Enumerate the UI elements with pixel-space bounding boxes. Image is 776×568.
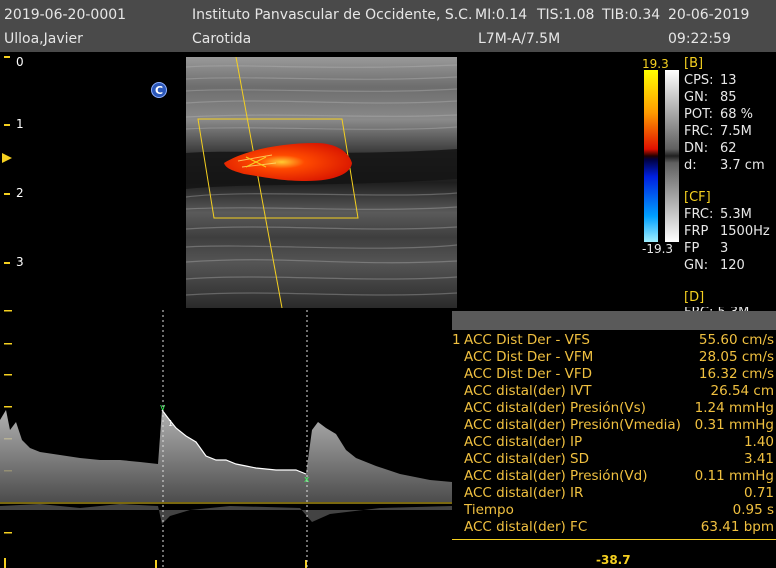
table-divider — [452, 539, 776, 540]
cf-params-title: [CF] — [684, 190, 711, 205]
b-params-title: [B] — [684, 56, 704, 71]
velocity-scale-min: -38.7 — [596, 553, 631, 567]
measurement-row: ACC distal(der) IP 1.40 — [452, 434, 776, 451]
depth-label-1: 1 — [16, 117, 24, 131]
measurement-row: 1 ACC Dist Der - VFS 55.60 cm/s — [452, 332, 776, 349]
depth-label-2: 2 — [16, 186, 24, 200]
doppler-spectrum: v x 1 — [0, 310, 452, 568]
param-label: d: — [684, 158, 697, 173]
measurement-label: ACC distal(der) SD — [464, 451, 590, 467]
measurement-label: ACC distal(der) Presión(Vd) — [464, 468, 648, 484]
depth-tick — [4, 262, 10, 264]
measurement-value: 0.95 s — [732, 502, 774, 518]
param-label: FRC: — [684, 207, 714, 222]
svg-text:1: 1 — [168, 419, 173, 428]
color-mode-badge: C — [151, 82, 167, 98]
param-value: 3.7 cm — [720, 158, 765, 173]
measurement-value: 0.11 mmHg — [694, 468, 774, 484]
measurements-header-bar — [452, 311, 776, 330]
velocity-color-bar — [644, 70, 658, 242]
depth-label-3: 3 — [16, 255, 24, 269]
param-value: 1500Hz — [720, 224, 770, 239]
param-label: GN: — [684, 258, 709, 273]
measurement-label: ACC distal(der) Presión(Vs) — [464, 400, 646, 416]
param-value: 13 — [720, 73, 737, 88]
measurement-row: ACC distal(der) Presión(Vs) 1.24 mmHg — [452, 400, 776, 417]
measurement-value: 1.40 — [743, 434, 774, 450]
param-value: 62 — [720, 141, 737, 156]
gray-scale-bar — [665, 70, 679, 242]
mi-index: MI:0.14 — [475, 7, 528, 23]
depth-label-0: 0 — [16, 55, 24, 69]
measurement-row: ACC distal(der) IR 0.71 — [452, 485, 776, 502]
measurement-row: ACC distal(der) SD 3.41 — [452, 451, 776, 468]
param-value: 7.5M — [720, 124, 752, 139]
measurement-value: 1.24 mmHg — [694, 400, 774, 416]
measurement-row: ACC Dist Der - VFM 28.05 cm/s — [452, 349, 776, 366]
measurement-label: ACC distal(der) IP — [464, 434, 583, 450]
svg-text:v: v — [160, 403, 166, 413]
depth-tick — [4, 56, 10, 58]
measurement-label: ACC distal(der) IVT — [464, 383, 592, 399]
measurement-label: ACC distal(der) Presión(Vmedia) — [464, 417, 681, 433]
exam-time: 09:22:59 — [668, 31, 731, 47]
measurement-row: ACC distal(der) Presión(Vmedia) 0.31 mmHg — [452, 417, 776, 434]
measurement-row: Tiempo 0.95 s — [452, 502, 776, 519]
measurement-row: ACC distal(der) IVT 26.54 cm — [452, 383, 776, 400]
measurement-label: Tiempo — [464, 502, 514, 518]
measurement-label: ACC Dist Der - VFS — [464, 332, 590, 348]
param-label: POT: — [684, 107, 713, 122]
measurement-value: 3.41 — [743, 451, 774, 467]
param-label: FP — [684, 241, 700, 256]
tis-index: TIS:1.08 — [537, 7, 595, 23]
measurement-row: ACC Dist Der - VFD 16.32 cm/s — [452, 366, 776, 383]
measurement-row: ACC distal(der) FC 63.41 bpm — [452, 519, 776, 536]
exam-date: 20-06-2019 — [668, 7, 750, 23]
measurement-value: 0.31 mmHg — [694, 417, 774, 433]
patient-name: Ulloa,Javier — [4, 31, 83, 47]
param-value: 68 % — [720, 107, 754, 122]
measurement-value: 16.32 cm/s — [698, 366, 774, 382]
measurement-value: 63.41 bpm — [700, 519, 774, 535]
measurement-index: 1 — [452, 332, 461, 348]
depth-tick — [4, 193, 10, 195]
institution-name: Instituto Panvascular de Occidente, S.C. — [192, 7, 473, 23]
param-label: FRC: — [684, 124, 714, 139]
measurement-value: 55.60 cm/s — [698, 332, 774, 348]
focus-marker-icon — [2, 153, 12, 163]
d-params-title: [D] — [684, 290, 705, 305]
measurement-label: ACC distal(der) FC — [464, 519, 588, 535]
param-label: GN: — [684, 90, 709, 105]
probe-info: L7M-A/7.5M — [478, 31, 561, 47]
tib-index: TIB:0.34 — [602, 7, 661, 23]
measurement-label: ACC Dist Der - VFM — [464, 349, 594, 365]
svg-text:x: x — [304, 475, 310, 485]
study-name: Carotida — [192, 31, 252, 47]
param-label: CPS: — [684, 73, 714, 88]
measurement-value: 28.05 cm/s — [698, 349, 774, 365]
param-value: 5.3M — [720, 207, 752, 222]
measurement-row: ACC distal(der) Presión(Vd) 0.11 mmHg — [452, 468, 776, 485]
param-value: 85 — [720, 90, 737, 105]
exam-id: 2019-06-20-0001 — [4, 7, 127, 23]
param-label: FRP — [684, 224, 709, 239]
param-value: 120 — [720, 258, 745, 273]
color-scale-min: -19.3 — [642, 242, 674, 256]
param-label: DN: — [684, 141, 709, 156]
measurement-value: 0.71 — [743, 485, 774, 501]
measurement-label: ACC distal(der) IR — [464, 485, 584, 501]
measurement-label: ACC Dist Der - VFD — [464, 366, 593, 382]
param-value: 3 — [720, 241, 729, 256]
depth-tick — [4, 124, 10, 126]
bmode-image — [186, 57, 457, 308]
measurement-value: 26.54 cm — [710, 383, 774, 399]
